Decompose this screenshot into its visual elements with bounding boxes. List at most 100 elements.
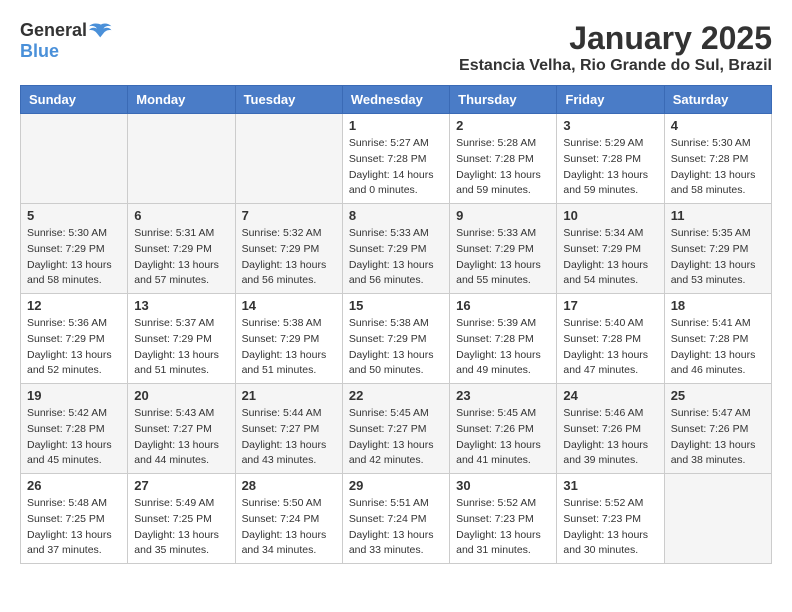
day-info-line: Daylight: 13 hours	[349, 438, 443, 454]
day-info-line: Sunrise: 5:32 AM	[242, 226, 336, 242]
calendar-cell: 21Sunrise: 5:44 AMSunset: 7:27 PMDayligh…	[235, 384, 342, 474]
day-number: 22	[349, 388, 443, 403]
day-info-line: Sunrise: 5:38 AM	[242, 316, 336, 332]
day-number: 13	[134, 298, 228, 313]
day-info-line: Sunset: 7:28 PM	[349, 152, 443, 168]
day-info-line: Sunrise: 5:28 AM	[456, 136, 550, 152]
day-info-line: Sunset: 7:29 PM	[563, 242, 657, 258]
calendar-header-row: SundayMondayTuesdayWednesdayThursdayFrid…	[21, 86, 772, 114]
calendar-week-row: 5Sunrise: 5:30 AMSunset: 7:29 PMDaylight…	[21, 204, 772, 294]
day-number: 6	[134, 208, 228, 223]
day-info-line: and 38 minutes.	[671, 453, 765, 469]
calendar-cell: 15Sunrise: 5:38 AMSunset: 7:29 PMDayligh…	[342, 294, 449, 384]
day-number: 5	[27, 208, 121, 223]
day-number: 19	[27, 388, 121, 403]
day-info-line: Sunrise: 5:30 AM	[27, 226, 121, 242]
day-info-line: Sunrise: 5:39 AM	[456, 316, 550, 332]
day-info-line: Daylight: 13 hours	[134, 528, 228, 544]
day-info-line: and 46 minutes.	[671, 363, 765, 379]
calendar-cell: 26Sunrise: 5:48 AMSunset: 7:25 PMDayligh…	[21, 474, 128, 564]
day-info-line: and 57 minutes.	[134, 273, 228, 289]
day-info-line: Daylight: 13 hours	[27, 528, 121, 544]
day-info-line: Daylight: 13 hours	[242, 348, 336, 364]
calendar-cell: 14Sunrise: 5:38 AMSunset: 7:29 PMDayligh…	[235, 294, 342, 384]
day-number: 3	[563, 118, 657, 133]
calendar-cell	[21, 114, 128, 204]
calendar-header-saturday: Saturday	[664, 86, 771, 114]
calendar-cell: 31Sunrise: 5:52 AMSunset: 7:23 PMDayligh…	[557, 474, 664, 564]
calendar-cell: 28Sunrise: 5:50 AMSunset: 7:24 PMDayligh…	[235, 474, 342, 564]
calendar-cell: 30Sunrise: 5:52 AMSunset: 7:23 PMDayligh…	[450, 474, 557, 564]
day-info-line: Sunset: 7:27 PM	[134, 422, 228, 438]
day-info-line: Sunset: 7:29 PM	[349, 332, 443, 348]
day-info-line: Sunset: 7:28 PM	[671, 332, 765, 348]
calendar-cell: 22Sunrise: 5:45 AMSunset: 7:27 PMDayligh…	[342, 384, 449, 474]
day-info-line: Daylight: 13 hours	[27, 438, 121, 454]
day-info-line: Sunrise: 5:51 AM	[349, 496, 443, 512]
day-info-line: Daylight: 13 hours	[563, 528, 657, 544]
calendar-cell: 10Sunrise: 5:34 AMSunset: 7:29 PMDayligh…	[557, 204, 664, 294]
day-number: 28	[242, 478, 336, 493]
day-info-line: Sunrise: 5:44 AM	[242, 406, 336, 422]
day-number: 15	[349, 298, 443, 313]
day-info-line: Sunset: 7:27 PM	[242, 422, 336, 438]
day-info-line: Sunrise: 5:33 AM	[456, 226, 550, 242]
calendar-cell: 20Sunrise: 5:43 AMSunset: 7:27 PMDayligh…	[128, 384, 235, 474]
day-info-line: Sunset: 7:23 PM	[456, 512, 550, 528]
calendar-header-friday: Friday	[557, 86, 664, 114]
day-info-line: Sunrise: 5:36 AM	[27, 316, 121, 332]
calendar-cell: 12Sunrise: 5:36 AMSunset: 7:29 PMDayligh…	[21, 294, 128, 384]
day-info-line: Daylight: 13 hours	[27, 348, 121, 364]
day-info-line: Daylight: 13 hours	[671, 438, 765, 454]
calendar-cell: 23Sunrise: 5:45 AMSunset: 7:26 PMDayligh…	[450, 384, 557, 474]
calendar-header-wednesday: Wednesday	[342, 86, 449, 114]
day-number: 29	[349, 478, 443, 493]
calendar-header-sunday: Sunday	[21, 86, 128, 114]
calendar-cell: 13 Sunrise: 5:37 AMSunset: 7:29 PMDayligh…	[128, 294, 235, 384]
calendar-cell: 4Sunrise: 5:30 AMSunset: 7:28 PMDaylight…	[664, 114, 771, 204]
calendar-cell: 25Sunrise: 5:47 AMSunset: 7:26 PMDayligh…	[664, 384, 771, 474]
day-info-line: Sunrise: 5:37 AM	[134, 316, 228, 332]
day-info-line: Daylight: 13 hours	[456, 168, 550, 184]
calendar-cell: 27Sunrise: 5:49 AMSunset: 7:25 PMDayligh…	[128, 474, 235, 564]
day-info-line: and 56 minutes.	[349, 273, 443, 289]
day-number: 30	[456, 478, 550, 493]
day-info-line: Sunset: 7:29 PM	[27, 332, 121, 348]
day-info-line: and 55 minutes.	[456, 273, 550, 289]
day-info-line: Sunset: 7:29 PM	[671, 242, 765, 258]
day-info-line: Sunrise: 5:47 AM	[671, 406, 765, 422]
calendar-week-row: 19Sunrise: 5:42 AMSunset: 7:28 PMDayligh…	[21, 384, 772, 474]
page-header: General Blue January 2025 Estancia Velha…	[20, 20, 772, 75]
day-info-line: Sunset: 7:29 PM	[134, 332, 228, 348]
day-info-line: Sunset: 7:28 PM	[563, 152, 657, 168]
day-number: 21	[242, 388, 336, 403]
day-number: 1	[349, 118, 443, 133]
calendar-cell: 24Sunrise: 5:46 AMSunset: 7:26 PMDayligh…	[557, 384, 664, 474]
calendar-cell: 16Sunrise: 5:39 AMSunset: 7:28 PMDayligh…	[450, 294, 557, 384]
day-info-line: and 44 minutes.	[134, 453, 228, 469]
day-info-line: and 39 minutes.	[563, 453, 657, 469]
calendar-week-row: 1Sunrise: 5:27 AMSunset: 7:28 PMDaylight…	[21, 114, 772, 204]
day-info-line: Sunset: 7:27 PM	[349, 422, 443, 438]
day-info-line: and 41 minutes.	[456, 453, 550, 469]
day-info-line: and 33 minutes.	[349, 543, 443, 559]
day-info-line: Sunset: 7:24 PM	[349, 512, 443, 528]
day-info-line: Sunset: 7:28 PM	[456, 332, 550, 348]
calendar-cell	[664, 474, 771, 564]
calendar-header-monday: Monday	[128, 86, 235, 114]
calendar-cell: 6Sunrise: 5:31 AMSunset: 7:29 PMDaylight…	[128, 204, 235, 294]
calendar-cell	[128, 114, 235, 204]
calendar-cell: 1Sunrise: 5:27 AMSunset: 7:28 PMDaylight…	[342, 114, 449, 204]
day-info-line: Sunset: 7:25 PM	[27, 512, 121, 528]
day-info-line: Sunrise: 5:50 AM	[242, 496, 336, 512]
day-number: 7	[242, 208, 336, 223]
day-info-line: and 54 minutes.	[563, 273, 657, 289]
day-info-line: Daylight: 13 hours	[456, 438, 550, 454]
day-number: 9	[456, 208, 550, 223]
day-number: 31	[563, 478, 657, 493]
day-info-line: Daylight: 13 hours	[134, 348, 228, 364]
day-info-line: Sunrise: 5:42 AM	[27, 406, 121, 422]
calendar-table: SundayMondayTuesdayWednesdayThursdayFrid…	[20, 85, 772, 564]
day-info-line: Daylight: 13 hours	[563, 438, 657, 454]
day-info-line: Daylight: 13 hours	[671, 258, 765, 274]
